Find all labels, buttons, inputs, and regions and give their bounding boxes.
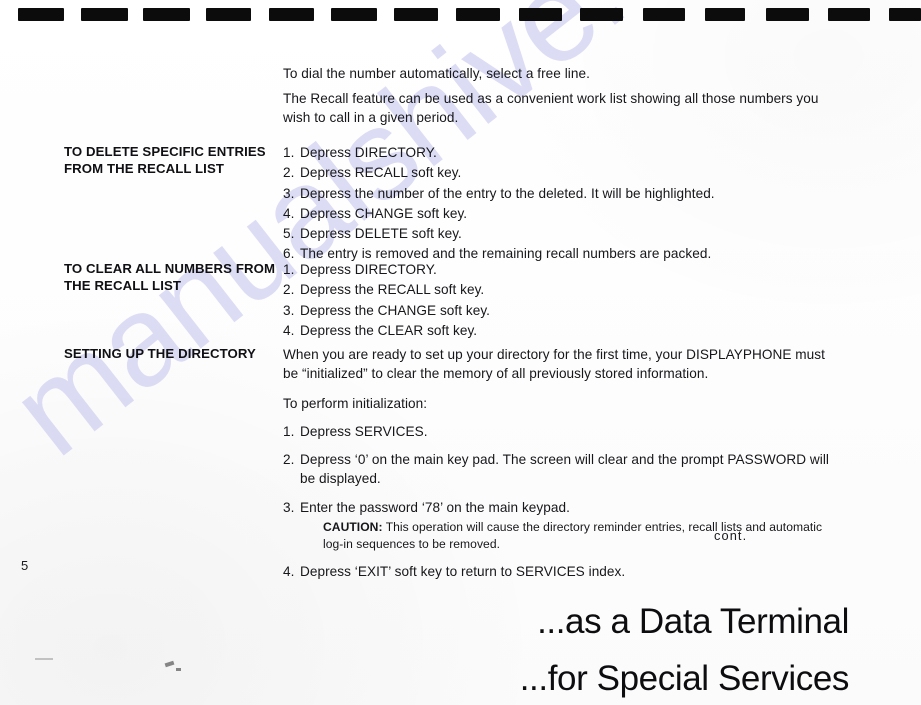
section-steps: 1. Depress DIRECTORY. 2. Depress RECALL … — [283, 143, 838, 265]
page-content: To dial the number automatically, select… — [0, 0, 921, 705]
section-heading: TO DELETE SPECIFIC ENTRIES FROM THE RECA… — [64, 144, 266, 177]
step-number: 4. — [283, 564, 295, 580]
step-number: 1. — [283, 145, 295, 160]
section-steps: When you are ready to set up your direct… — [283, 345, 838, 583]
section-heading: TO CLEAR ALL NUMBERS FROM THE RECALL LIS… — [64, 261, 276, 294]
step-number: 2. — [283, 452, 295, 468]
step-number: 3. — [283, 302, 295, 318]
list-item: 4. Depress ‘EXIT’ soft key to return to … — [283, 562, 838, 581]
step-text: Depress DIRECTORY. — [300, 262, 437, 277]
list-item: 2. Depress ‘0’ on the main key pad. The … — [283, 450, 838, 489]
list-item: 2. Depress the RECALL soft key. — [283, 280, 838, 299]
scan-speck — [176, 668, 181, 671]
step-text: Depress the CLEAR soft key. — [300, 322, 478, 338]
caution-text: This operation will cause the directory … — [323, 520, 823, 552]
step-text: Depress the CHANGE soft key. — [300, 302, 491, 318]
step-number: 1. — [283, 423, 295, 439]
section-steps: 1. Depress DIRECTORY. 2. Depress the REC… — [283, 260, 838, 341]
caution-note: CAUTION: This operation will cause the d… — [283, 519, 838, 553]
list-item: 4. Depress CHANGE soft key. — [283, 204, 838, 223]
list-item: 1. Depress SERVICES. — [283, 422, 838, 441]
step-text: Depress CHANGE soft key. — [300, 205, 468, 221]
step-text: Depress the RECALL soft key. — [300, 282, 485, 298]
caution-label: CAUTION: — [323, 520, 383, 535]
list-item: 1. Depress DIRECTORY. — [283, 260, 838, 279]
intro-paragraph-1: To dial the number automatically, select… — [283, 66, 590, 81]
scan-speck — [164, 660, 175, 668]
section-intro-paragraph: When you are ready to set up your direct… — [283, 347, 825, 382]
step-text: Depress the number of the entry to the d… — [300, 185, 715, 201]
step-text: Depress RECALL soft key. — [300, 165, 462, 181]
step-number: 4. — [283, 205, 295, 221]
scanned-page: manualshive.com To dial the number autom… — [0, 0, 921, 705]
step-text: Depress ‘0’ on the main key pad. The scr… — [300, 452, 829, 487]
continuation-note: cont. — [714, 528, 748, 543]
list-item: 1. Depress DIRECTORY. — [283, 143, 838, 162]
step-text: Depress DELETE soft key. — [300, 226, 462, 242]
step-number: 1. — [283, 262, 295, 277]
step-text: Depress DIRECTORY. — [300, 145, 437, 160]
section-heading: SETTING UP THE DIRECTORY — [64, 346, 256, 361]
page-number: 5 — [21, 558, 29, 573]
step-number: 2. — [283, 282, 295, 298]
list-item: 5. Depress DELETE soft key. — [283, 224, 838, 243]
step-number: 3. — [283, 185, 295, 201]
step-number: 5. — [283, 226, 295, 242]
list-item: 3. Depress the CHANGE soft key. — [283, 301, 838, 320]
footer-heading-special-services: ...for Special Services — [519, 659, 850, 698]
list-item: 2. Depress RECALL soft key. — [283, 163, 838, 182]
scan-speck — [35, 658, 53, 660]
step-number: 4. — [283, 322, 295, 338]
step-number: 3. — [283, 499, 295, 515]
intro-paragraph-2: The Recall feature can be used as a conv… — [283, 91, 819, 126]
list-item: 4. Depress the CLEAR soft key. — [283, 321, 838, 340]
step-text: Depress ‘EXIT’ soft key to return to SER… — [300, 564, 626, 580]
list-item: 3. Depress the number of the entry to th… — [283, 184, 838, 203]
step-number: 2. — [283, 165, 295, 181]
footer-heading-data-terminal: ...as a Data Terminal — [537, 602, 849, 641]
step-text: Enter the password ‘78’ on the main keyp… — [300, 499, 570, 515]
step-text: Depress SERVICES. — [300, 423, 428, 439]
section-lead-in: To perform initialization: — [283, 395, 428, 411]
list-item: 3. Enter the password ‘78’ on the main k… — [283, 498, 838, 517]
